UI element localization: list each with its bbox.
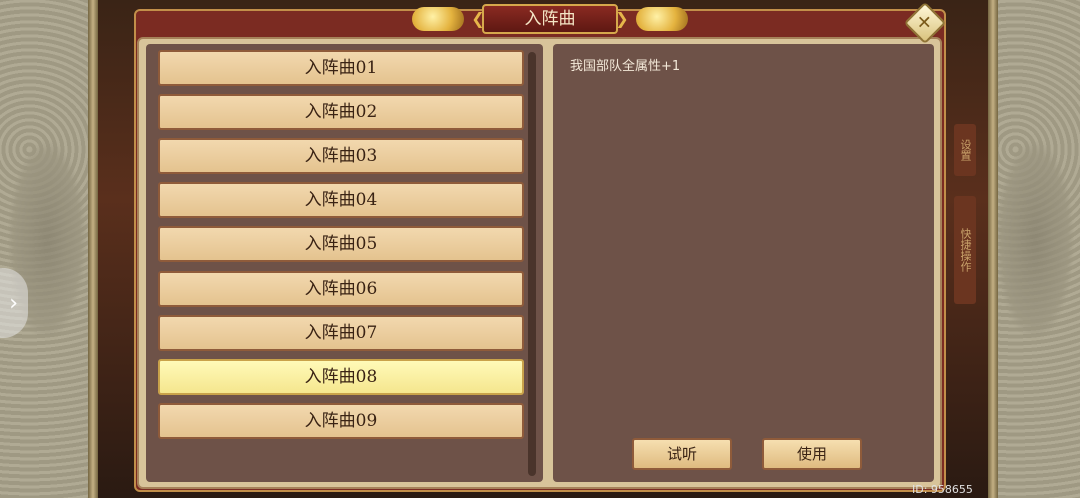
cloud-ornament-icon bbox=[636, 7, 688, 31]
song-description: 我国部队全属性+1 bbox=[570, 59, 681, 74]
song-item-07[interactable]: 入阵曲07 bbox=[158, 315, 524, 351]
settings-tab[interactable]: 设置 bbox=[954, 124, 976, 176]
dragon-pattern bbox=[996, 140, 1074, 340]
quick-action-tab[interactable]: 快捷操作 bbox=[954, 196, 976, 304]
list-scrollbar[interactable] bbox=[528, 52, 536, 476]
song-item-06[interactable]: 入阵曲06 bbox=[158, 271, 524, 307]
left-panel-edge bbox=[88, 0, 98, 498]
chevron-left-ornament-icon: ❮ bbox=[471, 9, 485, 28]
description-panel bbox=[553, 44, 934, 482]
song-item-05[interactable]: 入阵曲05 bbox=[158, 226, 524, 262]
song-item-01[interactable]: 入阵曲01 bbox=[158, 50, 524, 86]
right-decor-panel bbox=[988, 0, 1080, 498]
use-button[interactable]: 使用 bbox=[762, 438, 862, 470]
left-decor-panel bbox=[0, 0, 98, 498]
song-item-09[interactable]: 入阵曲09 bbox=[158, 403, 524, 439]
title-bar: ❮ 入阵曲 ❯ bbox=[412, 4, 688, 34]
right-panel-edge bbox=[988, 0, 998, 498]
cloud-ornament-icon bbox=[412, 7, 464, 31]
song-item-02[interactable]: 入阵曲02 bbox=[158, 94, 524, 130]
song-item-08[interactable]: 入阵曲08 bbox=[158, 359, 524, 395]
listen-button[interactable]: 试听 bbox=[632, 438, 732, 470]
dialog-title-plate: ❮ 入阵曲 ❯ bbox=[471, 4, 629, 34]
player-id: ID: 958655 bbox=[912, 483, 973, 496]
song-item-03[interactable]: 入阵曲03 bbox=[158, 138, 524, 174]
chevron-right-ornament-icon: ❯ bbox=[615, 9, 629, 28]
song-item-04[interactable]: 入阵曲04 bbox=[158, 182, 524, 218]
dialog-title: 入阵曲 bbox=[524, 9, 576, 29]
close-icon: ✕ bbox=[917, 12, 933, 34]
chevron-right-icon: › bbox=[9, 290, 18, 316]
